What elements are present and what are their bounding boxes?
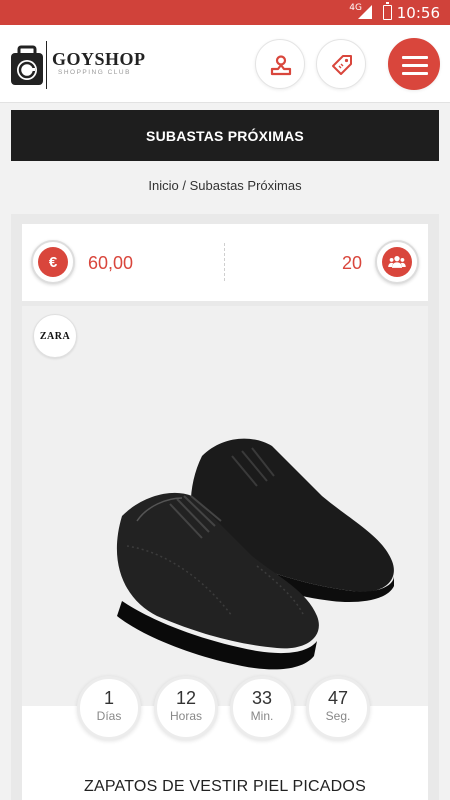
hamburger-menu-button[interactable]: [388, 38, 440, 90]
auction-card[interactable]: € 60,00 20 ZARA ZAPATOS DE VESTIR PIEL P…: [11, 214, 439, 800]
page-title: SUBASTAS PRÓXIMAS: [11, 110, 439, 161]
bidder-count: 20: [341, 253, 362, 273]
countdown-days-value: 1: [103, 688, 114, 708]
hamburger-menu-icon-line: [402, 72, 428, 75]
logo-name: GOYSHOP: [52, 49, 146, 69]
hamburger-menu-icon-line: [402, 64, 428, 67]
logo-divider: [46, 41, 47, 89]
user-icon: [270, 55, 292, 76]
countdown-seconds-label: Seg.: [325, 709, 351, 723]
status-bar: 4G 10:56: [0, 0, 450, 25]
breadcrumb: Inicio / Subastas Próximas: [0, 178, 450, 193]
signal-icon: [358, 5, 372, 19]
logo-tagline: SHOPPING CLUB: [58, 69, 131, 76]
countdown-hours-value: 12: [175, 688, 197, 708]
countdown-minutes-value: 33: [251, 688, 273, 708]
offers-button[interactable]: [316, 39, 366, 89]
logo-mark-icon: [11, 45, 43, 85]
price-tag-icon: [332, 55, 352, 75]
users-icon-svg: [388, 256, 406, 268]
bidders-badge: [375, 240, 419, 284]
hamburger-menu-icon: [402, 56, 428, 59]
breadcrumb-separator: /: [178, 178, 190, 193]
countdown-seconds-value: 47: [327, 688, 349, 708]
countdown-hours: 12 Horas: [154, 676, 218, 740]
goyshop-logo[interactable]: GOYSHOP SHOPPING CLUB: [10, 41, 150, 89]
users-icon: [382, 247, 412, 277]
countdown-timer: 1 Días 12 Horas 33 Min. 47 Seg.: [77, 676, 383, 740]
status-time: 10:56: [396, 4, 440, 22]
brand-badge[interactable]: ZARA: [33, 314, 77, 358]
euro-icon: €: [38, 247, 68, 277]
countdown-minutes-label: Min.: [250, 709, 274, 723]
breadcrumb-home-link[interactable]: Inicio: [148, 178, 178, 193]
countdown-minutes: 33 Min.: [230, 676, 294, 740]
shoes-image: [116, 438, 394, 670]
battery-icon: [383, 2, 392, 20]
auction-price: 60,00: [88, 253, 134, 273]
product-name[interactable]: ZAPATOS DE VESTIR PIEL PICADOS: [22, 778, 428, 796]
countdown-hours-label: Horas: [169, 709, 202, 723]
info-divider: [224, 243, 225, 281]
product-image[interactable]: ZARA: [22, 306, 428, 706]
auction-info-row: € 60,00 20: [22, 224, 428, 301]
euro-badge: €: [31, 240, 75, 284]
app-header: GOYSHOP SHOPPING CLUB: [0, 25, 450, 103]
countdown-days: 1 Días: [77, 676, 141, 740]
breadcrumb-current: Subastas Próximas: [189, 178, 302, 193]
countdown-days-label: Días: [96, 709, 122, 723]
countdown-seconds: 47 Seg.: [306, 676, 370, 740]
account-button[interactable]: [255, 39, 305, 89]
